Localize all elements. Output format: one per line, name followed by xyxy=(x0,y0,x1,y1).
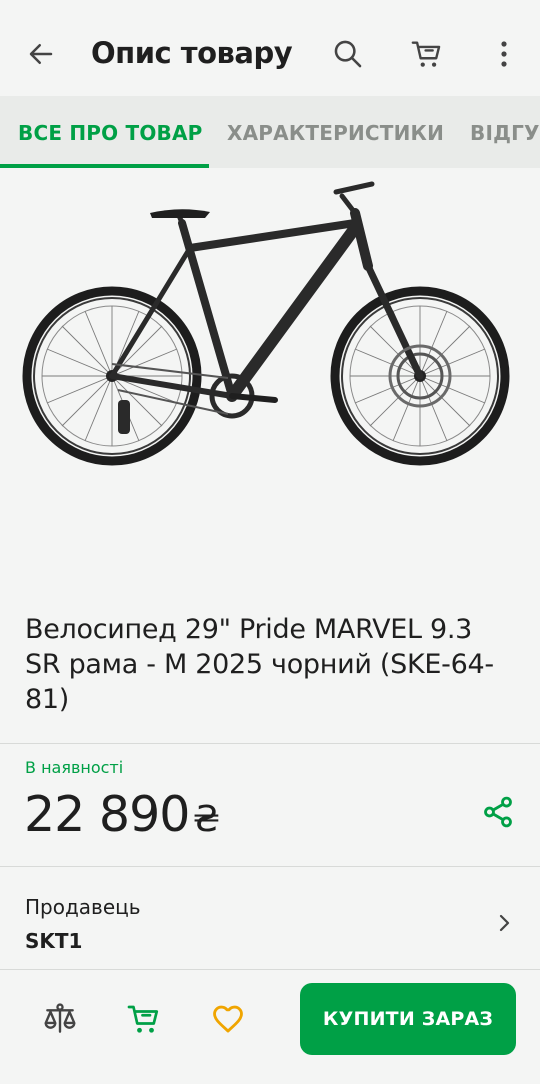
heart-icon xyxy=(213,1005,243,1033)
cart-icon xyxy=(411,41,441,67)
more-options-button[interactable] xyxy=(480,30,528,78)
chevron-right-icon xyxy=(499,914,510,932)
share-icon xyxy=(484,796,512,828)
favorite-button[interactable] xyxy=(204,995,252,1043)
seller-name[interactable]: SKT1 xyxy=(25,929,82,953)
search-button[interactable] xyxy=(324,30,372,78)
back-button[interactable] xyxy=(17,30,65,78)
cart-icon xyxy=(127,1005,159,1033)
more-vertical-icon xyxy=(501,41,507,67)
product-title: Велосипед 29" Pride MARVEL 9.3 SR рама -… xyxy=(25,614,494,715)
tab-reviews[interactable]: ВІДГУКИ xyxy=(470,121,540,145)
price-value: 22 890 xyxy=(24,786,190,843)
seller-label: Продавець xyxy=(25,895,141,919)
page-title: Опис товару xyxy=(91,36,293,70)
tab-all-about-product[interactable]: ВСЕ ПРО ТОВАР xyxy=(18,121,203,145)
product-tabs: ВСЕ ПРО ТОВАР ХАРАКТЕРИСТИКИ ВІДГУКИ xyxy=(0,96,540,168)
availability-status: В наявності xyxy=(25,758,124,777)
buy-now-button[interactable]: КУПИТИ ЗАРАЗ xyxy=(300,983,516,1055)
header-cart-button[interactable] xyxy=(403,30,451,78)
product-image[interactable] xyxy=(0,168,540,588)
bottom-action-bar: КУПИТИ ЗАРАЗ xyxy=(0,970,540,1084)
bicycle-image xyxy=(22,181,510,466)
divider xyxy=(0,866,540,867)
search-icon xyxy=(334,40,362,68)
product-price: 22 890 ₴ xyxy=(24,786,220,843)
tab-characteristics[interactable]: ХАРАКТЕРИСТИКИ xyxy=(227,121,444,145)
compare-button[interactable] xyxy=(36,995,84,1043)
app-header: Опис товару xyxy=(0,0,540,96)
divider xyxy=(0,743,540,744)
seller-details-button[interactable] xyxy=(480,899,528,947)
share-button[interactable] xyxy=(474,788,522,836)
compare-scales-icon xyxy=(44,1003,76,1033)
arrow-left-icon xyxy=(29,44,53,64)
price-currency: ₴ xyxy=(192,799,220,840)
add-to-cart-button[interactable] xyxy=(120,995,168,1043)
